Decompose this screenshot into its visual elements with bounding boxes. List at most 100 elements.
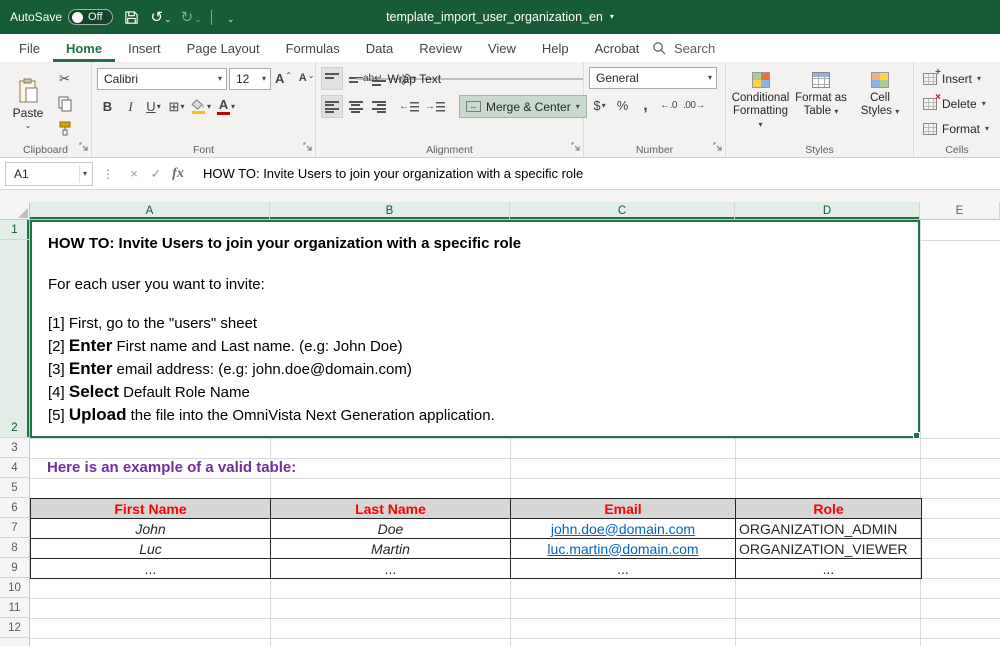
decrease-decimal-button[interactable]: .00→ xyxy=(681,94,707,117)
column-header-e[interactable]: E xyxy=(920,202,1000,219)
document-title-dropdown-icon[interactable]: ▾ xyxy=(610,13,614,21)
autosave-switch[interactable]: Off xyxy=(68,9,112,25)
cell-a1-note[interactable]: HOW TO: Invite Users to join your organi… xyxy=(30,220,920,438)
font-color-button[interactable]: A ▾ xyxy=(215,95,237,118)
row-header-5[interactable]: 5 xyxy=(0,478,30,498)
row-header-9[interactable]: 9 xyxy=(0,558,30,578)
enter-button[interactable]: ✓ xyxy=(145,162,167,186)
italic-button[interactable]: I xyxy=(120,95,141,118)
search-box[interactable]: Search xyxy=(652,34,715,62)
font-size-combo[interactable]: 12 ▾ xyxy=(229,68,271,90)
header-role[interactable]: Role xyxy=(736,499,922,519)
row-header-6[interactable]: 6 xyxy=(0,498,30,518)
row-header-2[interactable]: 2 xyxy=(0,240,30,438)
align-left-button[interactable] xyxy=(321,95,343,118)
accounting-format-button[interactable]: $▾ xyxy=(589,94,610,117)
merge-center-dropdown-icon[interactable]: ▾ xyxy=(576,103,580,111)
format-cells-button[interactable]: Format ▾ xyxy=(919,117,993,140)
cell-last-name[interactable]: Martin xyxy=(271,539,511,559)
tab-file[interactable]: File xyxy=(6,34,53,62)
merge-center-button[interactable]: ↔ Merge & Center ▾ xyxy=(459,95,587,118)
align-top-button[interactable] xyxy=(321,67,343,90)
formula-bar-drag-handle[interactable]: ⋮ xyxy=(102,167,114,181)
tab-home[interactable]: Home xyxy=(53,34,115,62)
row-header-12[interactable]: 12 xyxy=(0,618,30,638)
cell-first-name[interactable]: John xyxy=(31,519,271,539)
cell-first-name[interactable]: Luc xyxy=(31,539,271,559)
autosave-toggle[interactable]: AutoSave Off xyxy=(10,9,113,25)
insert-function-button[interactable]: fx xyxy=(167,162,189,186)
document-title[interactable]: template_import_user_organization_en ▾ xyxy=(386,0,614,34)
increase-indent-button[interactable]: → xyxy=(423,95,447,118)
cell-ellipsis[interactable]: ... xyxy=(736,559,922,579)
selection-fill-handle[interactable] xyxy=(913,432,920,439)
fill-color-button[interactable]: ▾ xyxy=(189,95,213,118)
fill-color-dropdown-icon[interactable]: ▾ xyxy=(207,103,211,111)
font-color-dropdown-icon[interactable]: ▾ xyxy=(231,103,235,111)
header-email[interactable]: Email xyxy=(511,499,736,519)
tab-view[interactable]: View xyxy=(475,34,529,62)
column-header-b[interactable]: B xyxy=(270,202,510,219)
tab-acrobat[interactable]: Acrobat xyxy=(582,34,653,62)
cell-email[interactable]: luc.martin@domain.com xyxy=(511,539,736,559)
borders-dropdown-icon[interactable]: ▾ xyxy=(180,103,184,111)
wrap-text-button[interactable]: ab↵ Wrap Text xyxy=(356,78,583,80)
conditional-formatting-button[interactable]: Conditional Formatting ▾ xyxy=(731,67,790,141)
align-center-button[interactable] xyxy=(345,95,366,118)
format-painter-button[interactable] xyxy=(54,117,75,140)
delete-cells-button[interactable]: × Delete ▾ xyxy=(919,92,993,115)
row-header-4[interactable]: 4 xyxy=(0,458,30,478)
clipboard-dialog-launcher[interactable] xyxy=(79,140,88,154)
column-header-d[interactable]: D xyxy=(735,202,920,219)
number-format-dropdown-icon[interactable]: ▾ xyxy=(708,74,712,82)
alignment-dialog-launcher[interactable] xyxy=(571,140,580,154)
header-last-name[interactable]: Last Name xyxy=(271,499,511,519)
undo-button[interactable]: ↺ ⌄ xyxy=(151,5,172,29)
qat-customize-button[interactable]: ⌄ xyxy=(221,5,241,29)
increase-decimal-button[interactable]: ←.0 xyxy=(658,94,679,117)
tab-formulas[interactable]: Formulas xyxy=(273,34,353,62)
header-first-name[interactable]: First Name xyxy=(31,499,271,519)
align-right-button[interactable] xyxy=(368,95,389,118)
select-all-corner[interactable] xyxy=(0,202,30,219)
delete-dropdown-icon[interactable]: ▾ xyxy=(982,100,986,108)
cell-ellipsis[interactable]: ... xyxy=(31,559,271,579)
increase-font-button[interactable]: A⌃ xyxy=(273,67,294,90)
format-dropdown-icon[interactable]: ▾ xyxy=(985,125,989,133)
font-family-combo[interactable]: Calibri ▾ xyxy=(97,68,227,90)
number-dialog-launcher[interactable] xyxy=(713,140,722,154)
decrease-indent-button[interactable]: ← xyxy=(397,95,421,118)
number-format-combo[interactable]: General ▾ xyxy=(589,67,717,89)
tab-data[interactable]: Data xyxy=(353,34,406,62)
undo-dropdown-icon[interactable]: ⌄ xyxy=(164,14,172,25)
cut-button[interactable]: ✂ xyxy=(54,67,75,90)
format-as-table-button[interactable]: Format as Table ▾ xyxy=(793,67,849,141)
cell-email[interactable]: john.doe@domain.com xyxy=(511,519,736,539)
tab-help[interactable]: Help xyxy=(529,34,582,62)
paste-dropdown-icon[interactable]: ⌄ xyxy=(25,122,32,130)
percent-style-button[interactable]: % xyxy=(612,94,633,117)
tab-review[interactable]: Review xyxy=(406,34,475,62)
format-as-table-dropdown-icon[interactable]: ▾ xyxy=(834,107,838,116)
column-header-a[interactable]: A xyxy=(30,202,270,219)
redo-button[interactable]: ↻ ⌄ xyxy=(181,5,202,29)
copy-button[interactable] xyxy=(54,92,75,115)
row-header-13-partial[interactable] xyxy=(0,638,30,646)
cell-role[interactable]: ORGANIZATION_ADMIN xyxy=(736,519,922,539)
row-header-10[interactable]: 10 xyxy=(0,578,30,598)
cell-last-name[interactable]: Doe xyxy=(271,519,511,539)
row-header-3[interactable]: 3 xyxy=(0,438,30,458)
row-header-7[interactable]: 7 xyxy=(0,518,30,538)
cell-role[interactable]: ORGANIZATION_VIEWER xyxy=(736,539,922,559)
tab-page-layout[interactable]: Page Layout xyxy=(174,34,273,62)
underline-button[interactable]: U▾ xyxy=(143,95,164,118)
currency-dropdown-icon[interactable]: ▾ xyxy=(602,102,606,110)
save-button[interactable] xyxy=(122,5,142,29)
cell-a4-caption[interactable]: Here is an example of a valid table: xyxy=(47,458,296,478)
email-link[interactable]: luc.martin@domain.com xyxy=(547,541,698,557)
sheet-grid[interactable]: 1 2 3 4 5 6 7 8 9 10 11 12 HOW TO: Invit… xyxy=(0,220,1000,646)
conditional-formatting-dropdown-icon[interactable]: ▾ xyxy=(759,120,763,129)
row-header-8[interactable]: 8 xyxy=(0,538,30,558)
comma-style-button[interactable]: , xyxy=(635,94,656,117)
bold-button[interactable]: B xyxy=(97,95,118,118)
